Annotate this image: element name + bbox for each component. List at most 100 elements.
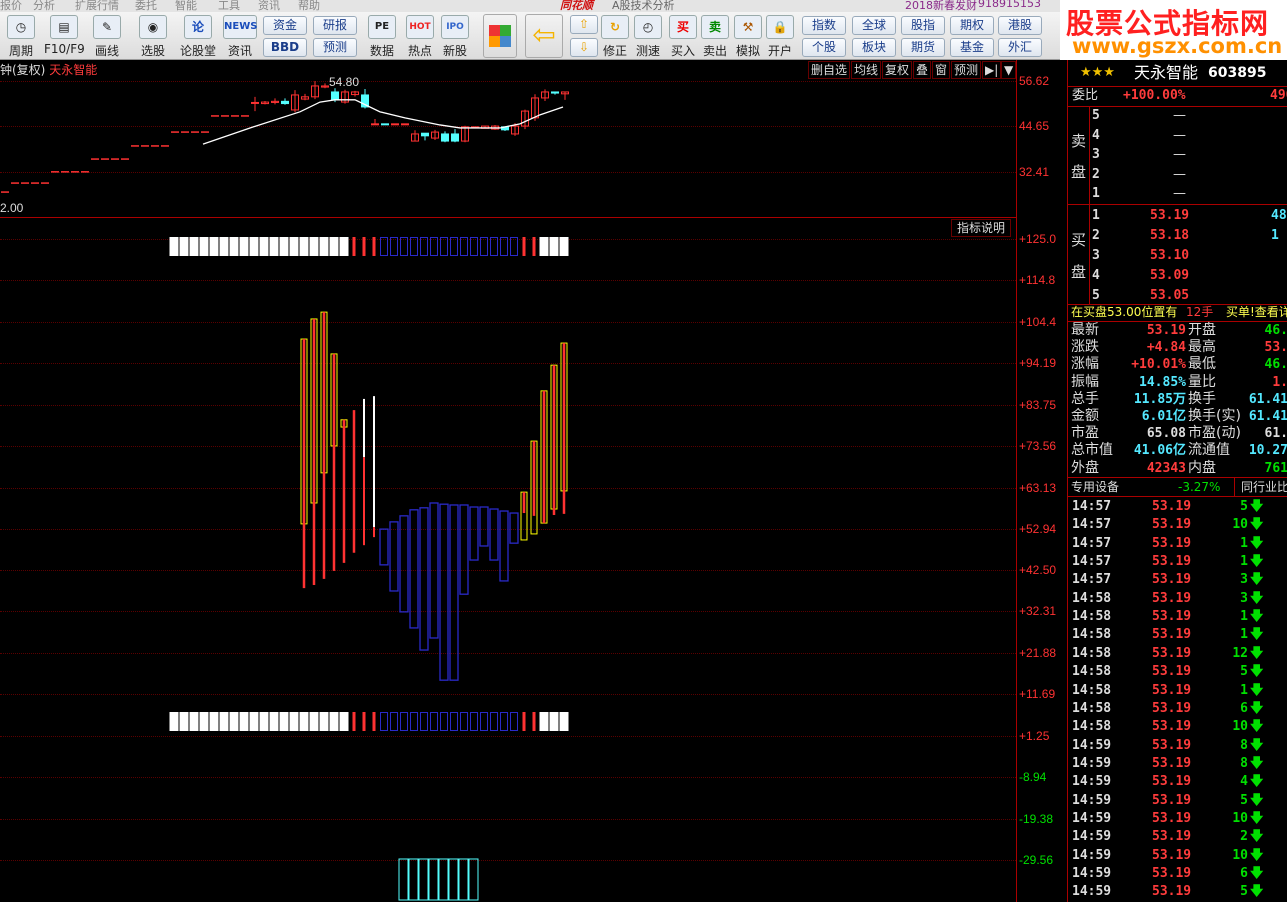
- industry-row[interactable]: 专用设备 -3.27% 同行业比较: [1068, 478, 1287, 496]
- weibi-diff: 490: [1270, 88, 1287, 103]
- indicator-blue-bar: [499, 510, 509, 582]
- stat-label: 金额: [1071, 408, 1099, 424]
- bid-level: 1: [1092, 208, 1100, 223]
- tick-price: 53.19: [1152, 700, 1192, 716]
- tick-volume: 1: [1240, 554, 1248, 570]
- indicator-axis-label: +63.13: [1019, 480, 1057, 495]
- stat-label: 最新: [1071, 322, 1099, 338]
- tick-time: 14:59: [1072, 792, 1112, 808]
- strip-blue-bar: [450, 237, 458, 256]
- strip-white-bar: [319, 237, 329, 256]
- bid-row[interactable]: 2 53.18 1: [1068, 227, 1287, 245]
- y-axis-line: [1016, 60, 1017, 902]
- tick-time: 14:59: [1072, 810, 1112, 826]
- strip-white-bar: [259, 712, 269, 731]
- indicator-axis-label: +125.0: [1019, 232, 1057, 246]
- order-notice[interactable]: 在买盘53.00位置有 12手 买单!查看详: [1068, 303, 1287, 321]
- tick-row: 14:58 53.19 12 🡇: [1068, 645, 1287, 663]
- strip-blue-bar: [390, 237, 398, 256]
- stat-row: 外盘 42343 内盘 761: [1068, 460, 1287, 478]
- candle-body: [441, 133, 449, 142]
- tick-time: 14:59: [1072, 847, 1112, 863]
- price-axis-label: 44.65: [1019, 118, 1050, 133]
- stat-label: 量比: [1188, 373, 1216, 390]
- stat-value: 41.06亿: [1133, 443, 1186, 459]
- tick-row: 14:59 53.19 10 🡇: [1068, 810, 1287, 828]
- bid-price: 53.19: [1150, 208, 1190, 223]
- tick-row: 14:59 53.19 2 🡇: [1068, 828, 1287, 846]
- stat-value: 10.27: [1248, 443, 1287, 459]
- strip-white-bar: [279, 712, 289, 731]
- tick-row: 14:58 53.19 5 🡇: [1068, 663, 1287, 681]
- indicator-blue-bar: [449, 504, 459, 681]
- tick-price: 53.19: [1152, 554, 1192, 570]
- notice-link[interactable]: 买单!查看详: [1226, 303, 1287, 321]
- strip-red-bar: [372, 712, 376, 731]
- max-price-label: 54.80: [329, 75, 359, 89]
- strip-blue-bar: [380, 237, 388, 256]
- tick-row: 14:59 53.19 5 🡇: [1068, 792, 1287, 810]
- stat-row: 振幅 14.85% 量比 1.: [1068, 374, 1287, 392]
- ask-row[interactable]: 5—: [1068, 107, 1287, 125]
- strip-red-bar: [522, 237, 526, 256]
- down-arrow-icon: 🡇: [1250, 499, 1264, 514]
- tick-volume: 1: [1240, 535, 1248, 551]
- tick-price: 53.19: [1152, 627, 1192, 643]
- strip-white-bar: [249, 237, 259, 256]
- industry-compare-button[interactable]: 同行业比较: [1234, 478, 1287, 496]
- indicator-axis-label: -29.56: [1019, 853, 1054, 868]
- strip-white-bar: [179, 712, 189, 731]
- strip-red-bar: [532, 237, 536, 256]
- down-arrow-icon: 🡇: [1250, 609, 1264, 625]
- strip-white-bar: [189, 237, 199, 256]
- watermark-url: www.gszx.com.cn: [1072, 34, 1283, 58]
- weibi-row: 委比 +100.00% 490: [1068, 87, 1287, 105]
- tick-price: 53.19: [1152, 609, 1192, 625]
- tick-volume: 8: [1240, 755, 1248, 771]
- ask-price: —: [1173, 166, 1186, 182]
- indicator-blue-bar: [479, 506, 489, 547]
- tick-time: 14:59: [1072, 755, 1112, 771]
- ask-price: —: [1173, 108, 1186, 123]
- tick-time: 14:58: [1072, 682, 1112, 698]
- indicator-cyan-bar: [428, 858, 439, 901]
- indicator-axis-label: +11.69: [1019, 687, 1056, 702]
- indicator-blue-bar: [419, 507, 429, 651]
- tick-time: 14:58: [1072, 664, 1112, 680]
- chart-canvas[interactable]: 54.80: [0, 0, 1016, 902]
- strip-blue-bar: [440, 712, 448, 731]
- tick-time: 14:58: [1072, 719, 1112, 735]
- ask-row[interactable]: 3—: [1068, 146, 1287, 164]
- rating-stars: ★★★: [1080, 65, 1115, 80]
- tick-volume: 10: [1232, 517, 1248, 533]
- stat-value: 53.: [1264, 340, 1287, 356]
- bid-level: 4: [1092, 268, 1100, 283]
- strip-red-bar: [532, 712, 536, 731]
- bid-level: 3: [1092, 248, 1100, 263]
- stock-name: 天永智能: [1134, 63, 1199, 82]
- bid-price: 53.18: [1150, 228, 1190, 243]
- strip-white-bar: [299, 237, 309, 256]
- notice-volume: 12手: [1186, 305, 1214, 319]
- tick-time: 14:57: [1072, 517, 1112, 533]
- tick-volume: 5: [1240, 499, 1248, 514]
- stat-value: 11.85万: [1133, 391, 1186, 407]
- strip-white-bar: [229, 712, 239, 731]
- indicator-axis-label: +21.88: [1019, 646, 1057, 661]
- tick-price: 53.19: [1152, 517, 1192, 533]
- bid-row[interactable]: 3 53.10: [1068, 247, 1287, 265]
- candle-body: [391, 123, 399, 126]
- tick-price: 53.19: [1152, 884, 1192, 900]
- down-arrow-icon: 🡇: [1250, 645, 1264, 661]
- strip-white-bar: [169, 712, 179, 731]
- indicator-cyan-bar: [408, 858, 419, 901]
- strip-blue-bar: [500, 237, 508, 256]
- strip-blue-bar: [400, 237, 408, 256]
- ask-row[interactable]: 2—: [1068, 166, 1287, 184]
- bid-row[interactable]: 4 53.09: [1068, 267, 1287, 285]
- stat-value: 761: [1264, 460, 1287, 476]
- bid-row[interactable]: 1 53.19 48: [1068, 207, 1287, 225]
- ask-row[interactable]: 1—: [1068, 185, 1287, 203]
- tick-time: 14:58: [1072, 609, 1112, 625]
- ask-row[interactable]: 4—: [1068, 127, 1287, 145]
